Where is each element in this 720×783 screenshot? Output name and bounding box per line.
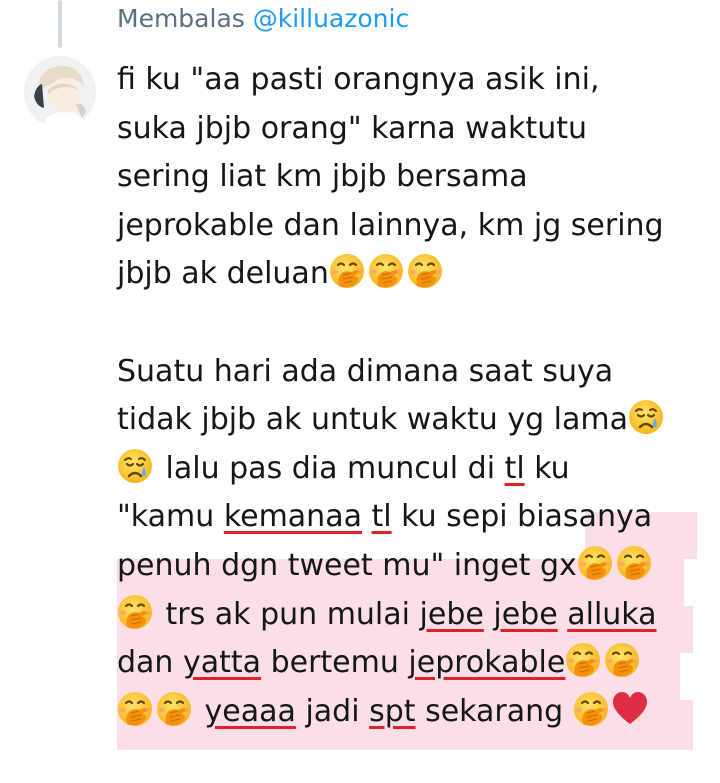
spellcheck-flagged-word: spt <box>369 693 416 729</box>
spellcheck-flagged-word: yatta <box>182 645 262 681</box>
tweet-line: dan yatta bertemu jeprokable <box>117 639 707 688</box>
tweet-line: fi ku "aa pasti orangnya asik ini, <box>117 56 707 105</box>
tweet-line: tidak jbjb ak untuk waktu yg lama <box>117 396 707 445</box>
tweet-line: lalu pas dia muncul di tl ku <box>117 445 707 494</box>
tweet-line: sering liat km jbjb bersama <box>117 153 707 202</box>
tweet-text-segment: lalu pas dia muncul di <box>156 450 505 486</box>
face-with-hand-over-mouth-icon <box>573 691 609 727</box>
spellcheck-flagged-word: tl <box>371 499 392 535</box>
sad-but-relieved-face-icon <box>117 448 153 484</box>
tweet-text-segment: tidak jbjb ak untuk waktu yg lama <box>117 402 628 438</box>
spellcheck-flagged-word: tl <box>504 450 525 486</box>
tweet-text-segment: sekarang <box>415 693 573 729</box>
tweet-text-segment: jbjb ak deluan <box>117 256 329 292</box>
tweet-text: fi ku "aa pasti orangnya asik ini, suka j… <box>117 56 707 736</box>
tweet-line: Suatu hari ada dimana saat suya <box>117 348 707 397</box>
tweet-text-segment <box>484 597 494 632</box>
face-with-hand-over-mouth-icon <box>156 691 192 727</box>
spellcheck-flagged-word: alluka <box>567 596 657 632</box>
red-heart-icon <box>612 691 648 727</box>
tweet-line: yeaaa jadi spt sekarang <box>117 688 707 737</box>
tweet-text-segment: trs ak pun mulai <box>156 596 420 632</box>
tweet-line: penuh dgn tweet mu" inget gx <box>117 542 707 591</box>
tweet-text-segment <box>558 597 568 632</box>
sad-but-relieved-face-icon <box>628 399 664 435</box>
tweet-text-segment: jadi <box>295 693 370 729</box>
tweet-screenshot: Membalas @killuazonic fi ku "aa pasti or… <box>0 0 720 783</box>
paragraph-break <box>117 299 707 348</box>
face-with-hand-over-mouth-icon <box>577 545 613 581</box>
tweet-text-segment: fi ku "aa pasti orangnya asik ini, <box>117 62 600 97</box>
face-with-hand-over-mouth-icon <box>368 253 404 289</box>
spellcheck-flagged-word: jebe <box>493 596 558 632</box>
tweet-text-segment <box>195 694 205 729</box>
tweet-text-segment: sering liat km jbjb bersama <box>117 159 528 195</box>
spellcheck-flagged-word: yeaaa <box>204 693 296 729</box>
tweet-line: trs ak pun mulai jebe jebe alluka <box>117 591 707 640</box>
tweet-text-segment: Suatu hari ada dimana saat suya <box>117 353 614 389</box>
face-with-hand-over-mouth-icon <box>329 253 365 289</box>
spellcheck-flagged-word: jebe <box>419 596 484 632</box>
tweet-text-segment: bertemu <box>261 645 409 681</box>
face-with-hand-over-mouth-icon <box>604 642 640 678</box>
tweet-text-segment: dan <box>117 645 183 681</box>
tweet-text-segment: ku sepi biasanya <box>391 499 653 535</box>
tweet-text-segment: "kamu <box>117 499 224 535</box>
thread-connector-line <box>58 0 62 48</box>
tweet-line: "kamu kemanaa tl ku sepi biasanya <box>117 493 707 542</box>
reply-context: Membalas @killuazonic <box>117 4 409 33</box>
tweet-line: jeprokable dan lainnya, km jg sering <box>117 202 707 251</box>
tweet-text-segment: ku <box>524 450 570 486</box>
tweet-text-segment <box>362 499 372 534</box>
tweet-text-segment: jeprokable dan lainnya, km jg sering <box>117 207 664 243</box>
spellcheck-flagged-word: jeprokable <box>408 645 566 681</box>
tweet-line: suka jbjb orang" karna waktutu <box>117 105 707 154</box>
reply-prefix: Membalas <box>117 4 245 33</box>
tweet-text-segment: penuh dgn tweet mu" inget gx <box>117 547 577 583</box>
reply-handle-link[interactable]: @killuazonic <box>253 4 409 33</box>
tweet-text-segment: suka jbjb orang" karna waktutu <box>117 110 587 146</box>
face-with-hand-over-mouth-icon <box>407 253 443 289</box>
tweet-line: jbjb ak deluan <box>117 250 707 299</box>
face-with-hand-over-mouth-icon <box>117 594 153 630</box>
face-with-hand-over-mouth-icon <box>117 691 153 727</box>
avatar[interactable] <box>24 56 96 128</box>
face-with-hand-over-mouth-icon <box>616 545 652 581</box>
spellcheck-flagged-word: kemanaa <box>223 499 362 535</box>
face-with-hand-over-mouth-icon <box>565 642 601 678</box>
